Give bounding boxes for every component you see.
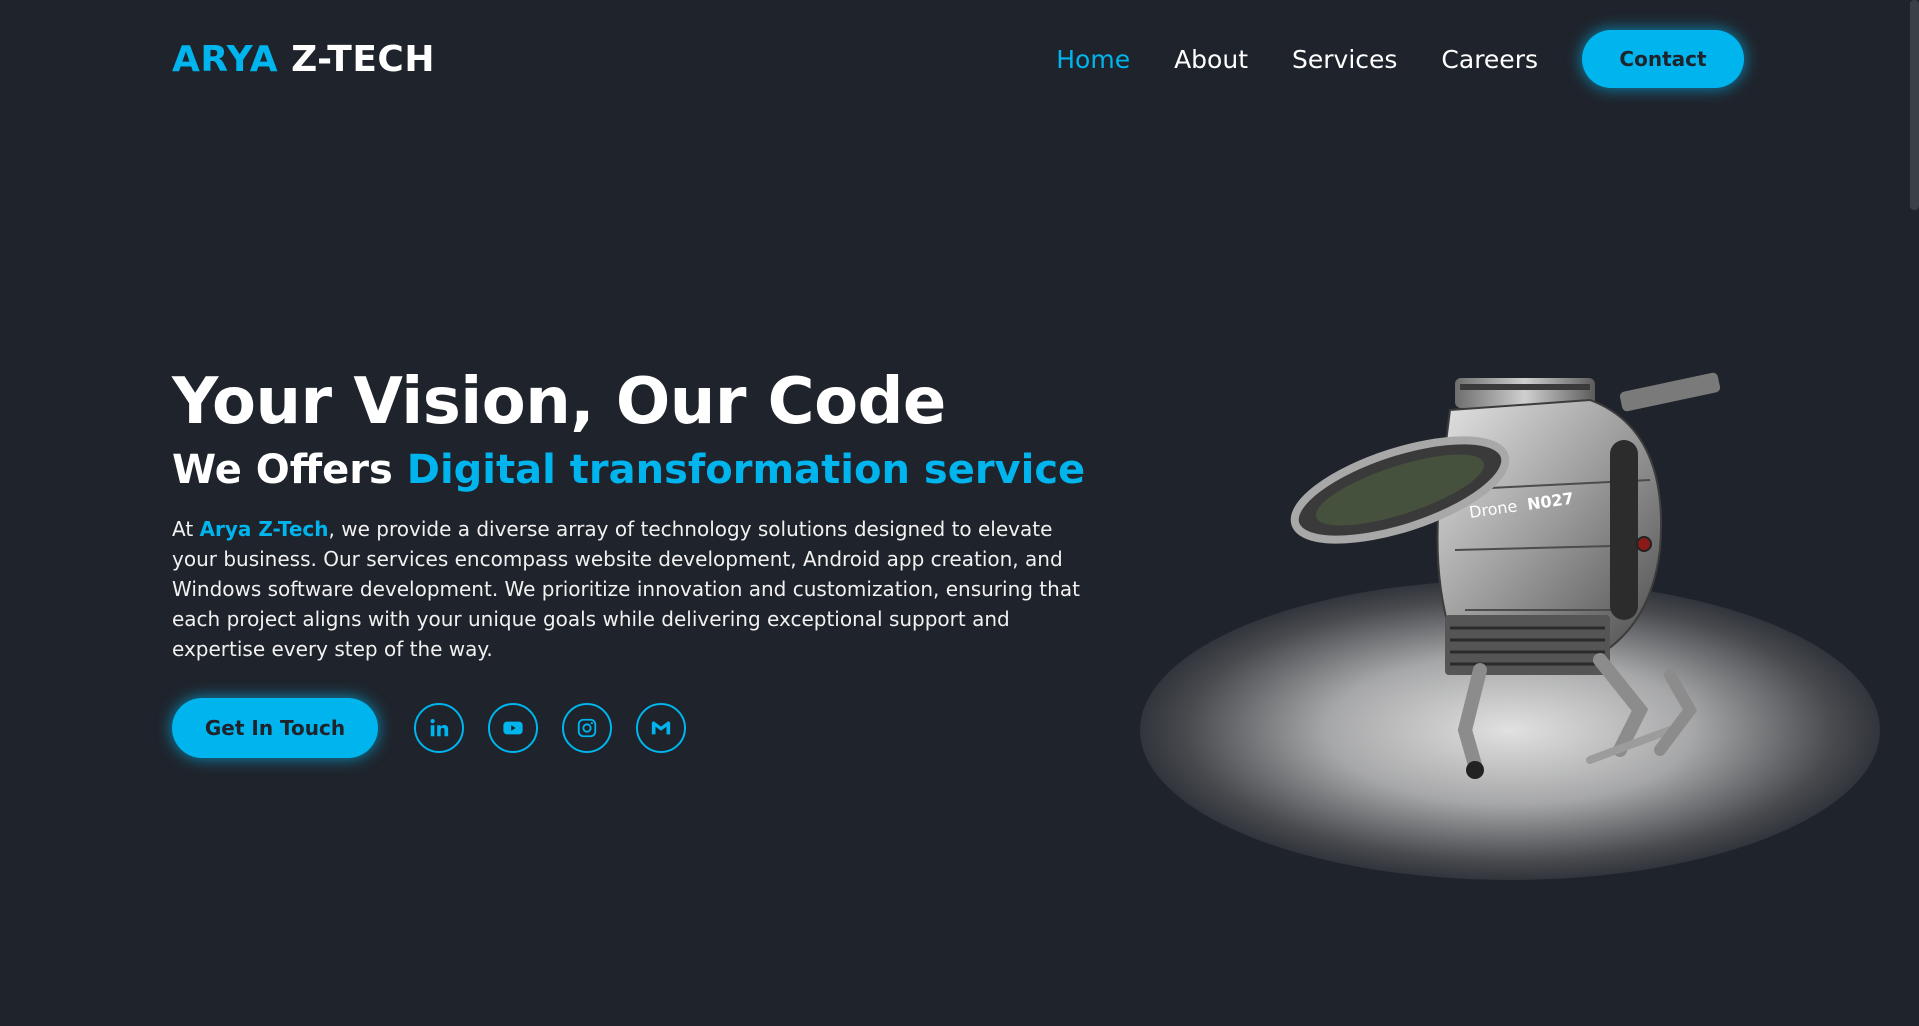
scrollbar[interactable]: [1910, 0, 1919, 210]
hero-subtitle: We Offers Digital transformation service: [172, 442, 1092, 498]
page: ARYA Z-TECH Home About Services Careers …: [0, 0, 1919, 1026]
site-header: ARYA Z-TECH Home About Services Careers …: [172, 28, 1744, 90]
get-in-touch-button[interactable]: Get In Touch: [172, 698, 378, 758]
nav-about-link[interactable]: About: [1174, 45, 1248, 74]
hero-illustration: Drone N027: [1100, 330, 1919, 890]
hero-title: Your Vision, Our Code: [172, 365, 946, 439]
logo-accent: ARYA: [172, 38, 279, 80]
logo[interactable]: ARYA Z-TECH: [172, 39, 435, 80]
logo-text: Z-TECH: [278, 38, 435, 80]
hero-description: At Arya Z-Tech, we provide a diverse arr…: [172, 514, 1084, 664]
drone-image: Drone N027: [1290, 372, 1721, 779]
main-nav: Home About Services Careers Contact: [1012, 30, 1744, 88]
hero-desc-prefix: At: [172, 517, 200, 541]
nav-home-link[interactable]: Home: [1056, 45, 1130, 74]
instagram-icon[interactable]: [562, 703, 612, 753]
social-links: [414, 703, 710, 753]
hero-actions: Get In Touch: [172, 698, 1092, 758]
nav-careers-link[interactable]: Careers: [1441, 45, 1538, 74]
hero-desc-brand: Arya Z-Tech: [199, 517, 329, 541]
hero-subtitle-prefix: We Offers: [172, 447, 407, 493]
linkedin-icon[interactable]: [414, 703, 464, 753]
contact-button[interactable]: Contact: [1582, 30, 1744, 88]
hero-section: Your Vision, Our Code We Offers Digital …: [172, 360, 1092, 758]
gmail-icon[interactable]: [636, 703, 686, 753]
nav-services-link[interactable]: Services: [1292, 45, 1397, 74]
hero-subtitle-accent: Digital transformation service: [406, 447, 1086, 493]
youtube-icon[interactable]: [488, 703, 538, 753]
